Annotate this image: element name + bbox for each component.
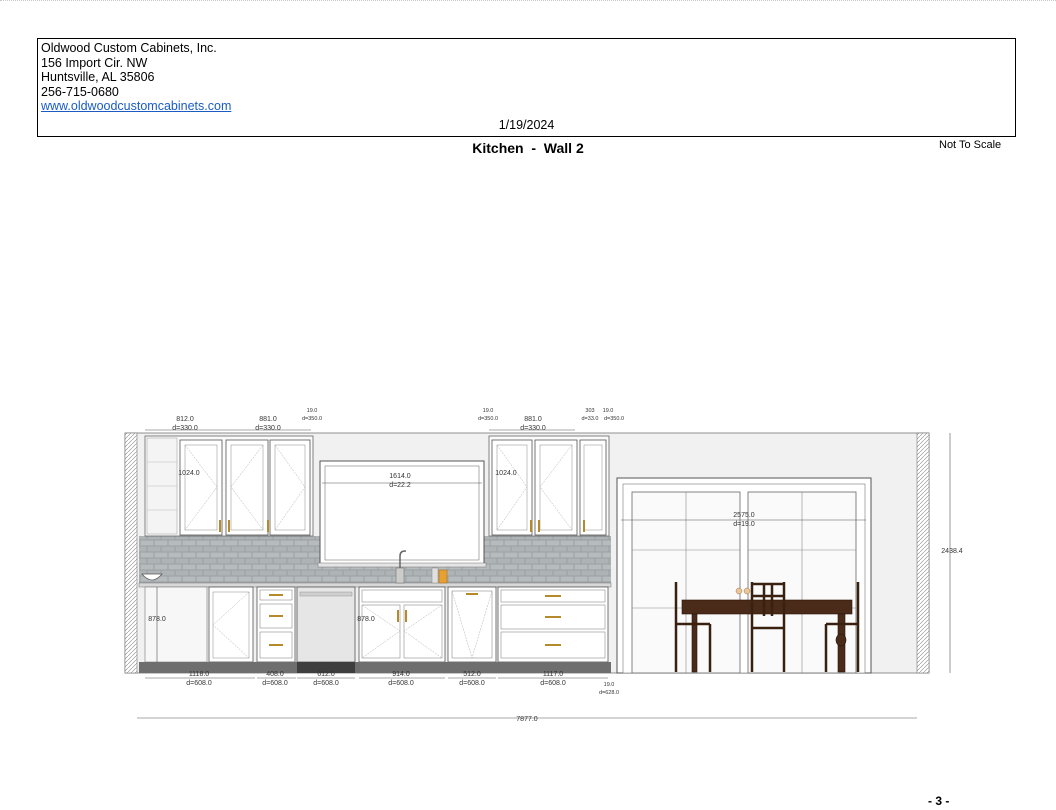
dim-upper-depth: d=330.0 bbox=[520, 425, 546, 432]
dim-base-width: 1118.0 bbox=[189, 671, 209, 678]
dim-filler-depth: d=350.0 bbox=[478, 416, 498, 422]
dim-base-depth: d=608.0 bbox=[459, 680, 485, 687]
dim-end-depth: d=350.0 bbox=[604, 416, 624, 422]
dim-base-height: 878.0 bbox=[357, 616, 375, 623]
dim-upper-height: 1024.0 bbox=[495, 470, 517, 477]
dishwasher bbox=[296, 586, 356, 663]
countertop bbox=[138, 582, 612, 588]
dim-base-height: 878.0 bbox=[148, 616, 166, 623]
right-wall-section bbox=[916, 432, 930, 674]
upper-cabinets-right bbox=[488, 435, 610, 537]
dim-filler-width: 19.0 bbox=[483, 408, 494, 414]
dim-window-width: 1614.0 bbox=[389, 473, 411, 480]
dim-upper-height: 1024.0 bbox=[178, 470, 200, 477]
dim-filler-width: 19.0 bbox=[307, 408, 318, 414]
wall-elevation-drawing: 812.0 d=330.0 881.0 d=330.0 19.0 d=350.0… bbox=[124, 408, 963, 723]
dim-end-depth: d=628.0 bbox=[599, 690, 619, 696]
dim-base-depth: d=608.0 bbox=[388, 680, 414, 687]
dim-door-width: 2575.0 bbox=[733, 512, 755, 519]
dim-wall-height: 2438.4 bbox=[941, 548, 963, 555]
dim-base-depth: d=608.0 bbox=[313, 680, 339, 687]
dim-upper-depth: d=330.0 bbox=[172, 425, 198, 432]
dim-base-depth: d=608.0 bbox=[186, 680, 212, 687]
patio-door bbox=[616, 477, 872, 674]
page-number: - 3 - bbox=[928, 794, 950, 808]
canister bbox=[431, 567, 439, 584]
dim-base-width: 914.0 bbox=[392, 671, 410, 678]
base-cabinets bbox=[144, 586, 609, 663]
dim-upper-width: 812.0 bbox=[176, 416, 194, 423]
dim-base-width: 612.0 bbox=[317, 671, 335, 678]
dim-upper-small-depth: d=33.0 bbox=[582, 416, 599, 422]
dim-base-width: 512.0 bbox=[463, 671, 481, 678]
dim-total-width: 7877.0 bbox=[516, 716, 538, 723]
dim-upper-width: 881.0 bbox=[259, 416, 277, 423]
dim-filler-depth: d=350.0 bbox=[302, 416, 322, 422]
dim-base-width: 1117.0 bbox=[543, 671, 563, 678]
upper-cabinets-left bbox=[144, 435, 314, 537]
canister bbox=[438, 569, 448, 584]
dim-base-depth: d=608.0 bbox=[262, 680, 288, 687]
dim-window-depth: d=22.2 bbox=[389, 482, 411, 489]
dim-end-width: 19.0 bbox=[603, 408, 614, 414]
dim-base-width: 408.0 bbox=[266, 671, 284, 678]
toe-kick bbox=[139, 662, 611, 673]
dim-upper-small-width: 303 bbox=[585, 408, 594, 414]
dim-end-width: 19.0 bbox=[604, 682, 615, 688]
dim-door-depth: d=19.0 bbox=[733, 521, 755, 528]
dim-upper-width: 881.0 bbox=[524, 416, 542, 423]
dim-upper-depth: d=330.0 bbox=[255, 425, 281, 432]
dim-base-depth: d=608.0 bbox=[540, 680, 566, 687]
left-wall-section bbox=[124, 432, 138, 674]
